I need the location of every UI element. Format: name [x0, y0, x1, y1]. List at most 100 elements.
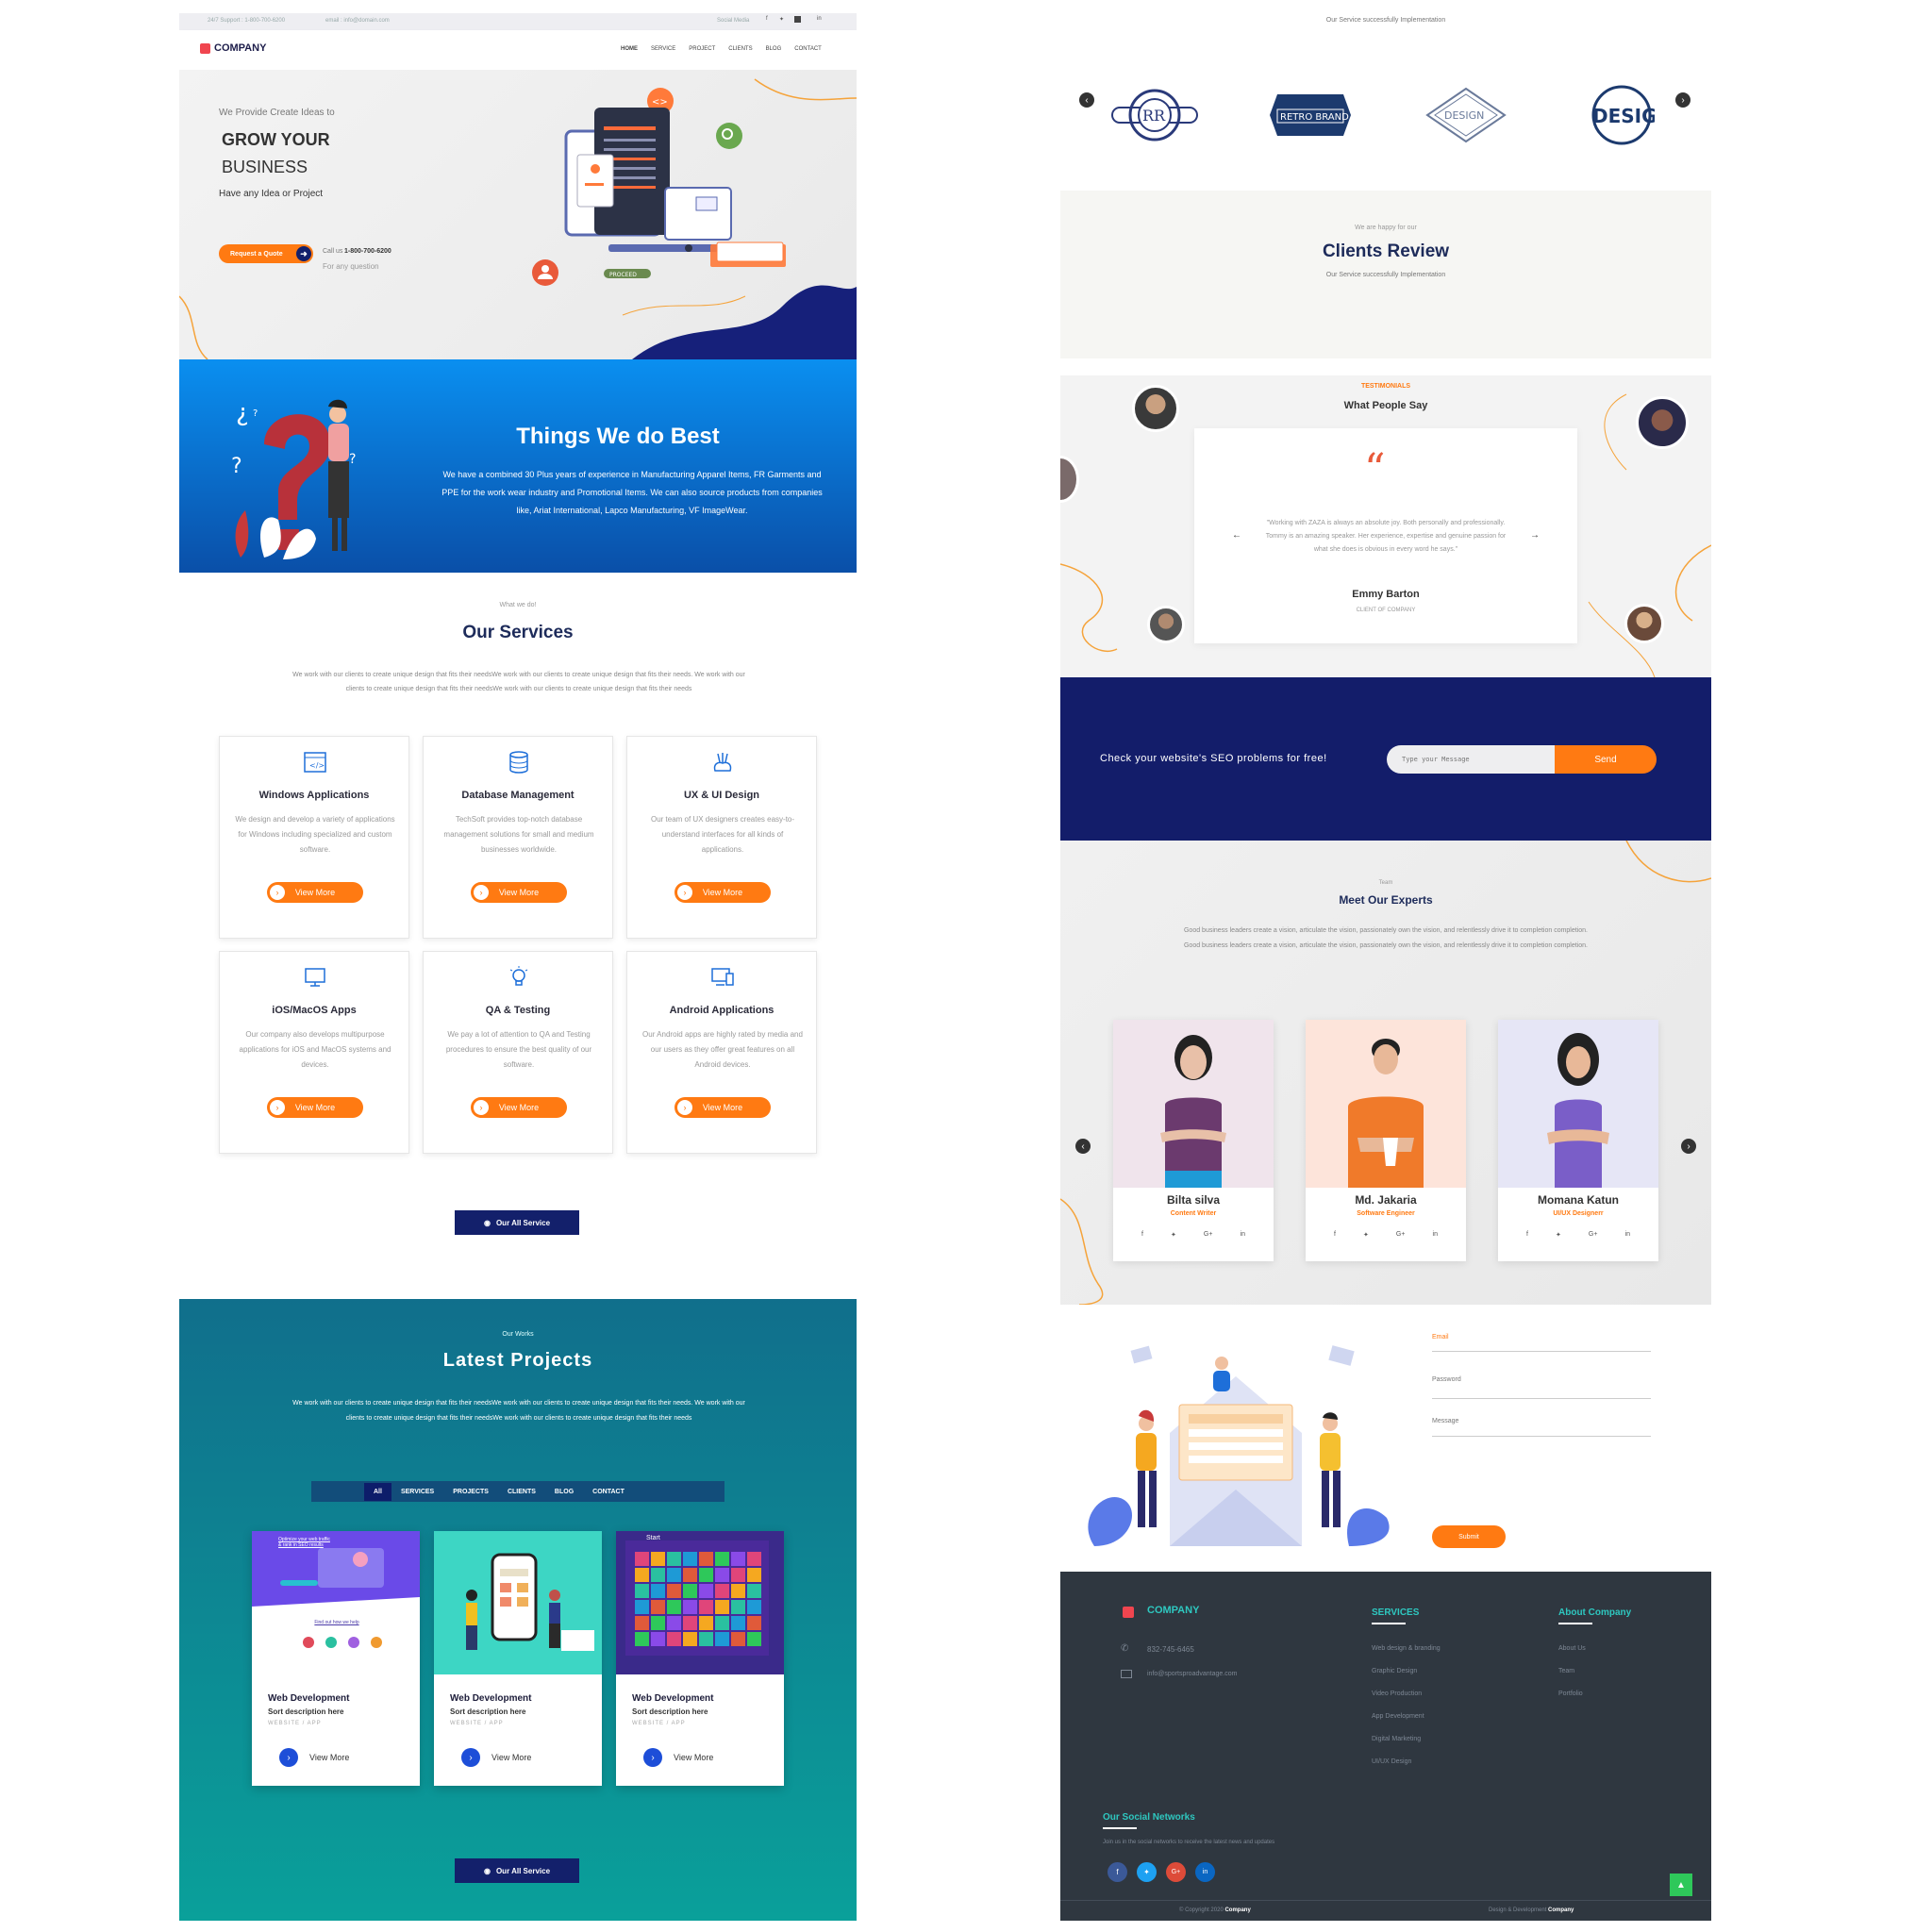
design-credit: Design & Development Company	[1489, 1907, 1574, 1913]
project-card[interactable]: Optimize your web traffic & rank in SEO …	[252, 1531, 420, 1786]
tab-all[interactable]: All	[364, 1482, 391, 1501]
testimonials-kicker: TESTIMONIALS	[1360, 383, 1411, 390]
twitter-icon[interactable]: ✦	[1363, 1231, 1369, 1239]
message-field[interactable]	[1432, 1427, 1651, 1437]
app-tile	[747, 1632, 761, 1646]
footer-service-link[interactable]: UI/UX Design	[1372, 1758, 1441, 1765]
nav-clients[interactable]: CLIENTS	[728, 46, 752, 52]
service-title: Database Management	[461, 790, 575, 801]
footer-email[interactable]: info@sportsproadvantage.com	[1147, 1671, 1237, 1677]
request-quote-button[interactable]: Request a Quote ➜	[219, 244, 313, 263]
logo-mark	[200, 43, 210, 54]
testimonial-name: Emmy Barton	[1352, 589, 1420, 600]
password-label: Password	[1432, 1376, 1461, 1383]
nav-blog[interactable]: BLOG	[766, 46, 782, 52]
footer-phone[interactable]: 832-745-6465	[1147, 1645, 1194, 1654]
nav-project[interactable]: PROJECT	[689, 46, 715, 52]
facebook-icon[interactable]: f	[1141, 1231, 1143, 1239]
twitter-icon[interactable]: ✦	[1556, 1231, 1561, 1239]
linkedin-icon[interactable]: in	[1241, 1231, 1245, 1239]
all-projects-button[interactable]: ◉ Our All Service	[455, 1858, 579, 1883]
project-card[interactable]: Web Development Sort description here WE…	[434, 1531, 602, 1786]
twitter-icon[interactable]: ✦	[1171, 1231, 1176, 1239]
google-plus-icon[interactable]: G+	[1204, 1231, 1213, 1239]
facebook-icon[interactable]: f	[766, 16, 768, 22]
linkedin-icon[interactable]: in	[1195, 1862, 1215, 1882]
facebook-icon[interactable]: f	[1108, 1862, 1127, 1882]
rr-logo-text: RR	[1142, 107, 1166, 125]
view-more-link[interactable]: › View More	[632, 1748, 713, 1767]
view-more-button[interactable]: › View More	[471, 1097, 567, 1118]
experts-next-button[interactable]: ›	[1681, 1139, 1696, 1154]
password-field[interactable]	[1432, 1386, 1651, 1399]
footer-service-link[interactable]: Digital Marketing	[1372, 1736, 1441, 1742]
view-more-button[interactable]: › View More	[675, 1097, 771, 1118]
footer-about-link[interactable]: About Us	[1558, 1645, 1586, 1652]
project-card[interactable]: Start Web Development Sort description h…	[616, 1531, 784, 1786]
google-plus-icon[interactable]: G+	[1589, 1231, 1598, 1239]
instagram-icon[interactable]	[794, 16, 801, 23]
twitter-icon[interactable]: ✦	[1137, 1862, 1157, 1882]
brands-prev-button[interactable]: ‹	[1079, 92, 1094, 108]
app-tile	[667, 1584, 681, 1598]
view-more-link[interactable]: › View More	[268, 1748, 349, 1767]
app-tile	[699, 1632, 713, 1646]
app-tile	[651, 1568, 665, 1582]
experts-prev-button[interactable]: ‹	[1075, 1139, 1091, 1154]
brands-next-button[interactable]: ›	[1675, 92, 1690, 108]
linkedin-icon[interactable]: in	[1433, 1231, 1438, 1239]
submit-button[interactable]: Submit	[1432, 1525, 1506, 1548]
view-more-button[interactable]: › View More	[267, 882, 363, 903]
app-tile	[747, 1600, 761, 1614]
next-arrow-icon[interactable]: →	[1530, 530, 1540, 541]
question-illustration: ¿ ? ? ¿ ?	[231, 399, 356, 559]
google-plus-icon[interactable]: G+	[1396, 1231, 1406, 1239]
footer-about-link[interactable]: Portfolio	[1558, 1690, 1586, 1697]
view-more-button[interactable]: › View More	[471, 882, 567, 903]
tab-contact[interactable]: CONTACT	[583, 1483, 634, 1501]
hero-title-line1: GROW YOUR	[222, 130, 330, 149]
hero-phone[interactable]: 1-800-700-6200	[344, 248, 391, 255]
nav-home[interactable]: HOME	[621, 46, 638, 52]
design-diamond-logo: DESIGN	[1425, 87, 1507, 143]
linkedin-icon[interactable]: in	[1625, 1231, 1630, 1239]
design-seal-text: DESIGN	[1592, 105, 1655, 127]
prev-arrow-icon[interactable]: ←	[1232, 530, 1241, 541]
twitter-icon[interactable]: ✦	[779, 16, 784, 23]
linkedin-icon[interactable]: in	[817, 16, 822, 22]
arrow-right-icon: ➜	[296, 246, 311, 261]
footer-service-link[interactable]: Video Production	[1372, 1690, 1441, 1697]
view-more-label: View More	[702, 888, 743, 897]
nav-service[interactable]: SERVICE	[651, 46, 675, 52]
view-more-button[interactable]: › View More	[675, 882, 771, 903]
expert-social: f ✦ G+ in	[1526, 1231, 1630, 1239]
expert-role: Software Engineer	[1357, 1210, 1415, 1217]
tab-services[interactable]: SERVICES	[391, 1483, 443, 1501]
tab-blog[interactable]: BLOG	[545, 1483, 583, 1501]
call-sub: For any question	[323, 262, 379, 271]
nav-contact[interactable]: CONTACT	[794, 46, 822, 52]
all-services-button[interactable]: ◉ Our All Service	[455, 1210, 579, 1235]
facebook-icon[interactable]: f	[1334, 1231, 1336, 1239]
email-field[interactable]	[1432, 1342, 1651, 1352]
footer-service-link[interactable]: Graphic Design	[1372, 1668, 1441, 1674]
google-plus-icon[interactable]: G+	[1166, 1862, 1186, 1882]
view-more-link[interactable]: › View More	[450, 1748, 531, 1767]
testimonials-section: TESTIMONIALS What People Say “ "Working …	[1060, 375, 1711, 677]
code-window-icon: </>	[304, 752, 326, 773]
logo-text[interactable]: COMPANY	[214, 42, 266, 54]
footer-bottom-bar: © Copyright 2020 Company Design & Develo…	[1060, 1900, 1711, 1921]
tab-clients[interactable]: CLIENTS	[498, 1483, 545, 1501]
scroll-top-button[interactable]: ▲	[1670, 1874, 1692, 1896]
expert-name: Momana Katun	[1537, 1193, 1619, 1207]
tab-projects[interactable]: PROJECTS	[443, 1483, 498, 1501]
footer-about-link[interactable]: Team	[1558, 1668, 1586, 1674]
view-more-button[interactable]: › View More	[267, 1097, 363, 1118]
footer-service-link[interactable]: App Development	[1372, 1713, 1441, 1720]
seo-send-button[interactable]: Send	[1555, 745, 1657, 774]
reviews-title: Clients Review	[1322, 242, 1450, 261]
footer-logo[interactable]: COMPANY	[1147, 1605, 1199, 1616]
facebook-icon[interactable]: f	[1526, 1231, 1528, 1239]
footer-service-link[interactable]: Web design & branding	[1372, 1645, 1441, 1652]
seo-message-input[interactable]	[1387, 745, 1555, 774]
